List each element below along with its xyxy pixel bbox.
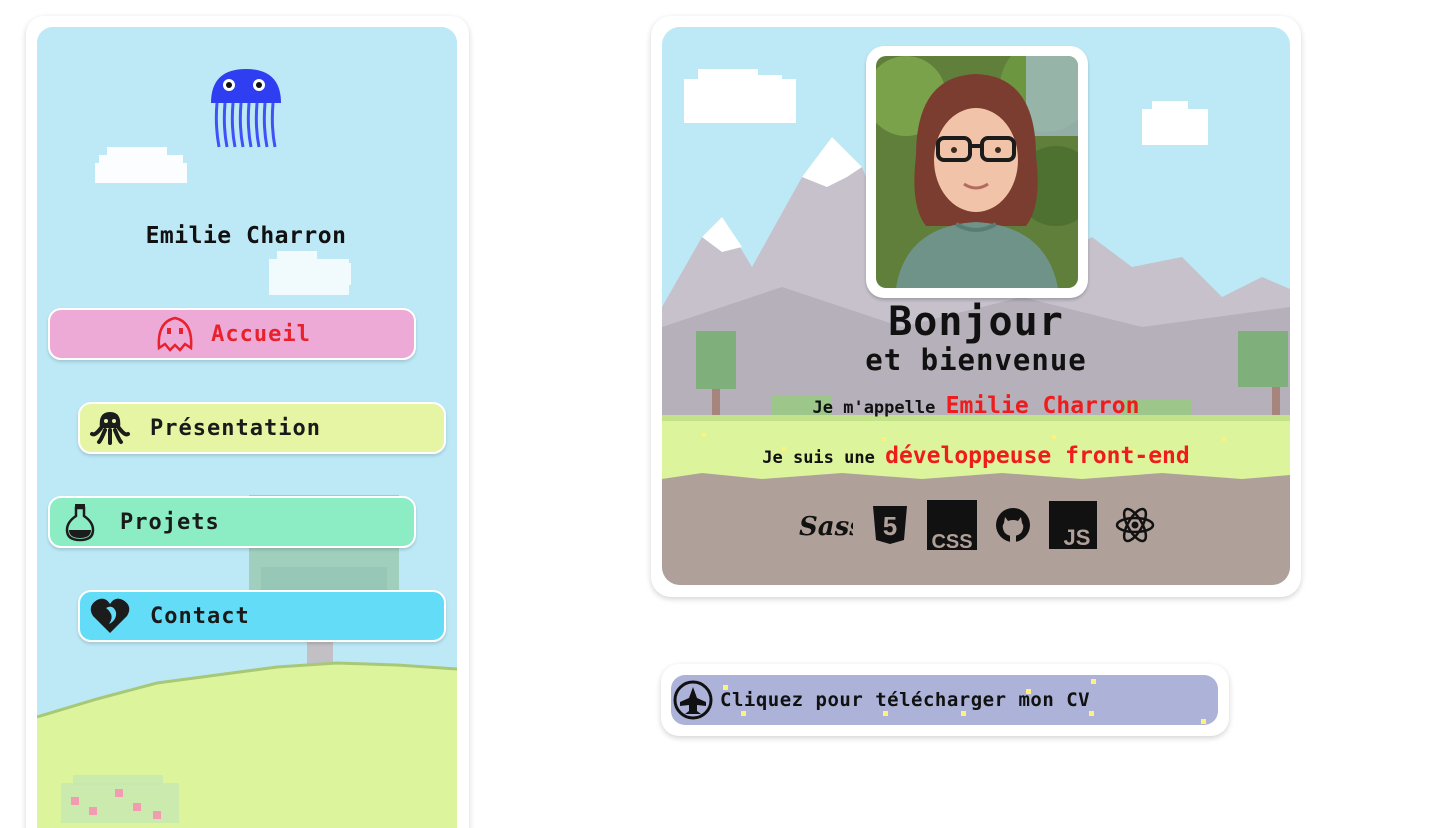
hero-subtitle: et bienvenue xyxy=(865,343,1087,377)
role-highlight: développeuse front-end xyxy=(885,443,1190,469)
svg-text:Sass: Sass xyxy=(799,512,853,542)
sidebar: Emilie Charron Accueil Présentation Proj… xyxy=(37,27,457,828)
bush-icon xyxy=(61,775,179,823)
nav-item-presentation[interactable]: Présentation xyxy=(78,402,446,454)
hero-intro: Je m'appelle Emilie Charron xyxy=(662,393,1290,419)
intro-name: Emilie Charron xyxy=(945,393,1140,419)
heart-icon xyxy=(88,596,132,636)
ghost-icon xyxy=(153,314,197,354)
nav-label-presentation: Présentation xyxy=(150,415,321,441)
octopus-icon xyxy=(88,408,132,448)
nav-item-contact[interactable]: Contact xyxy=(78,590,446,642)
author-name: Emilie Charron xyxy=(145,223,347,249)
spaceship-icon xyxy=(672,679,714,721)
hero-card: Bonjour et bienvenue Je m'appelle Emilie… xyxy=(662,27,1290,585)
html5-icon: 5 xyxy=(871,504,909,546)
css-icon: CSS xyxy=(927,500,977,550)
skills-list: Sass 5 CSS JS xyxy=(784,499,1168,551)
svg-text:CSS: CSS xyxy=(931,531,972,550)
nav-item-projets[interactable]: Projets xyxy=(48,496,416,548)
profile-photo-frame xyxy=(866,46,1088,298)
react-icon xyxy=(1115,505,1155,545)
javascript-icon: JS xyxy=(1049,501,1097,549)
svg-text:JS: JS xyxy=(1064,525,1091,549)
download-cv-button[interactable]: Cliquez pour télécharger mon CV xyxy=(671,675,1218,725)
flask-icon xyxy=(58,502,102,542)
hero-role: Je suis une développeuse front-end xyxy=(662,443,1290,469)
github-icon xyxy=(995,507,1031,543)
nav-item-accueil[interactable]: Accueil xyxy=(48,308,416,360)
nav-label-accueil: Accueil xyxy=(211,321,311,347)
svg-text:5: 5 xyxy=(883,511,897,541)
cloud-icon xyxy=(684,69,796,123)
profile-photo xyxy=(876,56,1078,288)
intro-prefix: Je m'appelle xyxy=(812,398,936,418)
jellyfish-logo-icon xyxy=(211,69,281,148)
nav-label-projets: Projets xyxy=(120,509,220,535)
sass-icon: Sass xyxy=(797,505,853,545)
role-prefix: Je suis une xyxy=(762,448,875,468)
download-cv-label: Cliquez pour télécharger mon CV xyxy=(720,689,1091,711)
nav-label-contact: Contact xyxy=(150,603,250,629)
hero-title: Bonjour xyxy=(888,299,1064,345)
